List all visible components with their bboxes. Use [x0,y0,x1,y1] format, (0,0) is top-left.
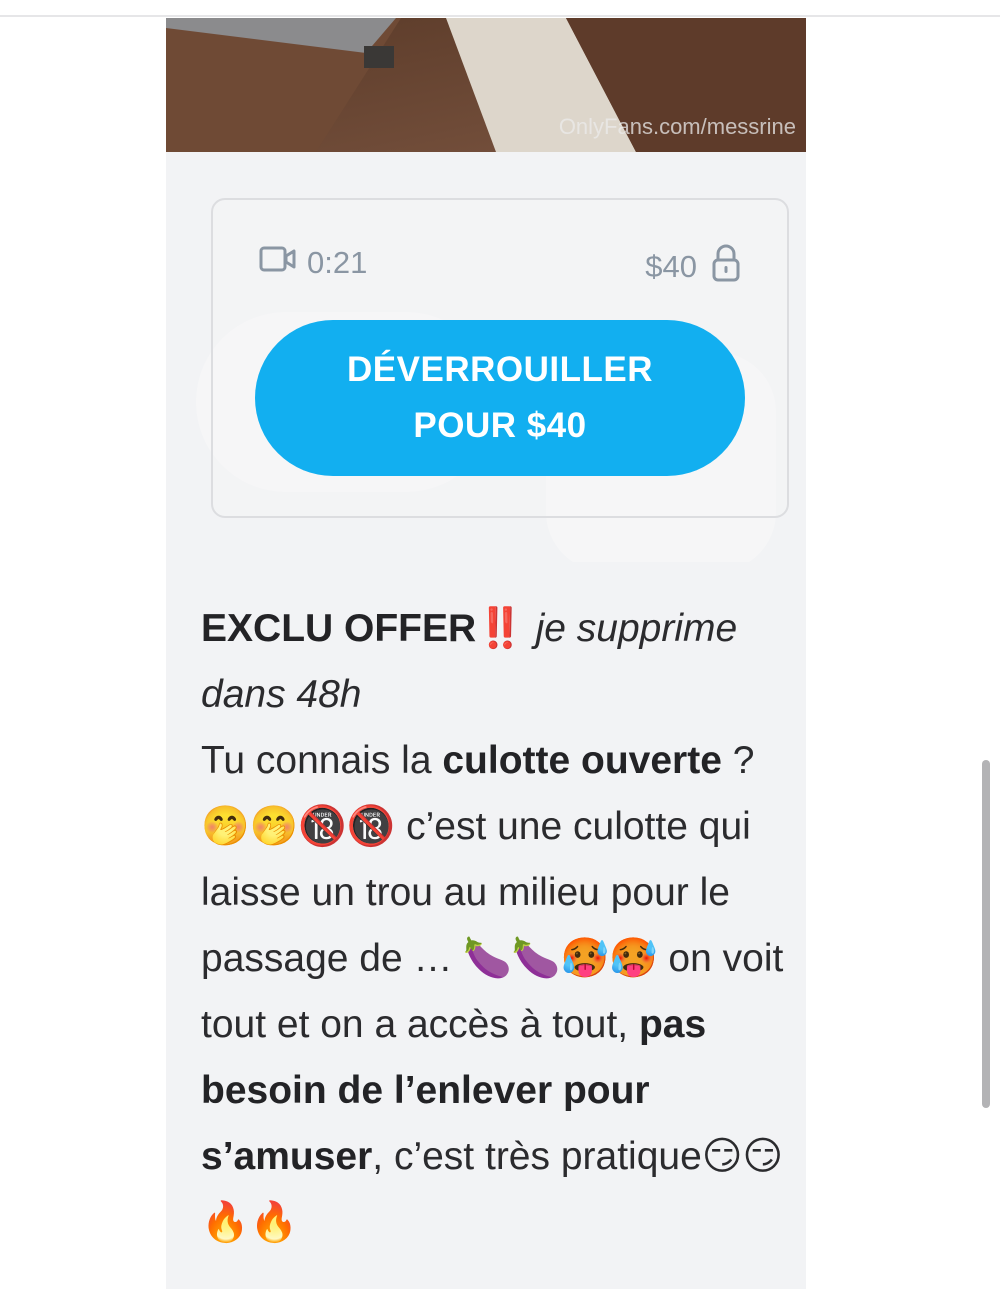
lock-icon [711,244,741,290]
caption-emojis: 🍆🍆🥵🥵 [463,936,658,981]
unlock-button-line1: DÉVERROUILLER [347,350,653,389]
video-camera-icon [259,244,297,282]
caption-text: Tu connais la [201,739,443,782]
scrollbar[interactable] [982,760,990,1108]
watermark-text: OnlyFans.com/messrine [558,114,796,139]
caption-text: , c’est très pratique [372,1135,702,1178]
unlock-button[interactable]: DÉVERROUILLER POUR $40 [255,320,745,476]
caption-text: ? [721,739,755,782]
top-divider [0,15,1000,17]
price-info: $40 [645,244,741,290]
video-duration: 0:21 [307,245,368,280]
caption-title: EXCLU OFFER [201,607,477,650]
post-card: OnlyFans.com/messrine 0:21 $40 DÉVERROUI… [166,18,806,1289]
media-meta-row: 0:21 $40 [259,244,741,284]
caption-bold: culotte ouverte [442,739,722,782]
double-exclamation-emoji: ‼️ [476,606,525,651]
locked-content-area: 0:21 $40 DÉVERROUILLER POUR $40 [166,152,806,562]
unlock-panel: 0:21 $40 DÉVERROUILLER POUR $40 [211,198,789,518]
duration-info: 0:21 [259,244,367,282]
page: OnlyFans.com/messrine 0:21 $40 DÉVERROUI… [0,0,1000,1289]
post-caption: EXCLU OFFER‼️ je supprime dans 48h Tu con… [201,596,791,1256]
media-preview[interactable]: OnlyFans.com/messrine [166,18,806,152]
caption-emojis: 🤭🤭🔞🔞 [201,804,396,849]
unlock-button-line2: POUR $40 [413,406,587,445]
price-label: $40 [645,249,697,284]
